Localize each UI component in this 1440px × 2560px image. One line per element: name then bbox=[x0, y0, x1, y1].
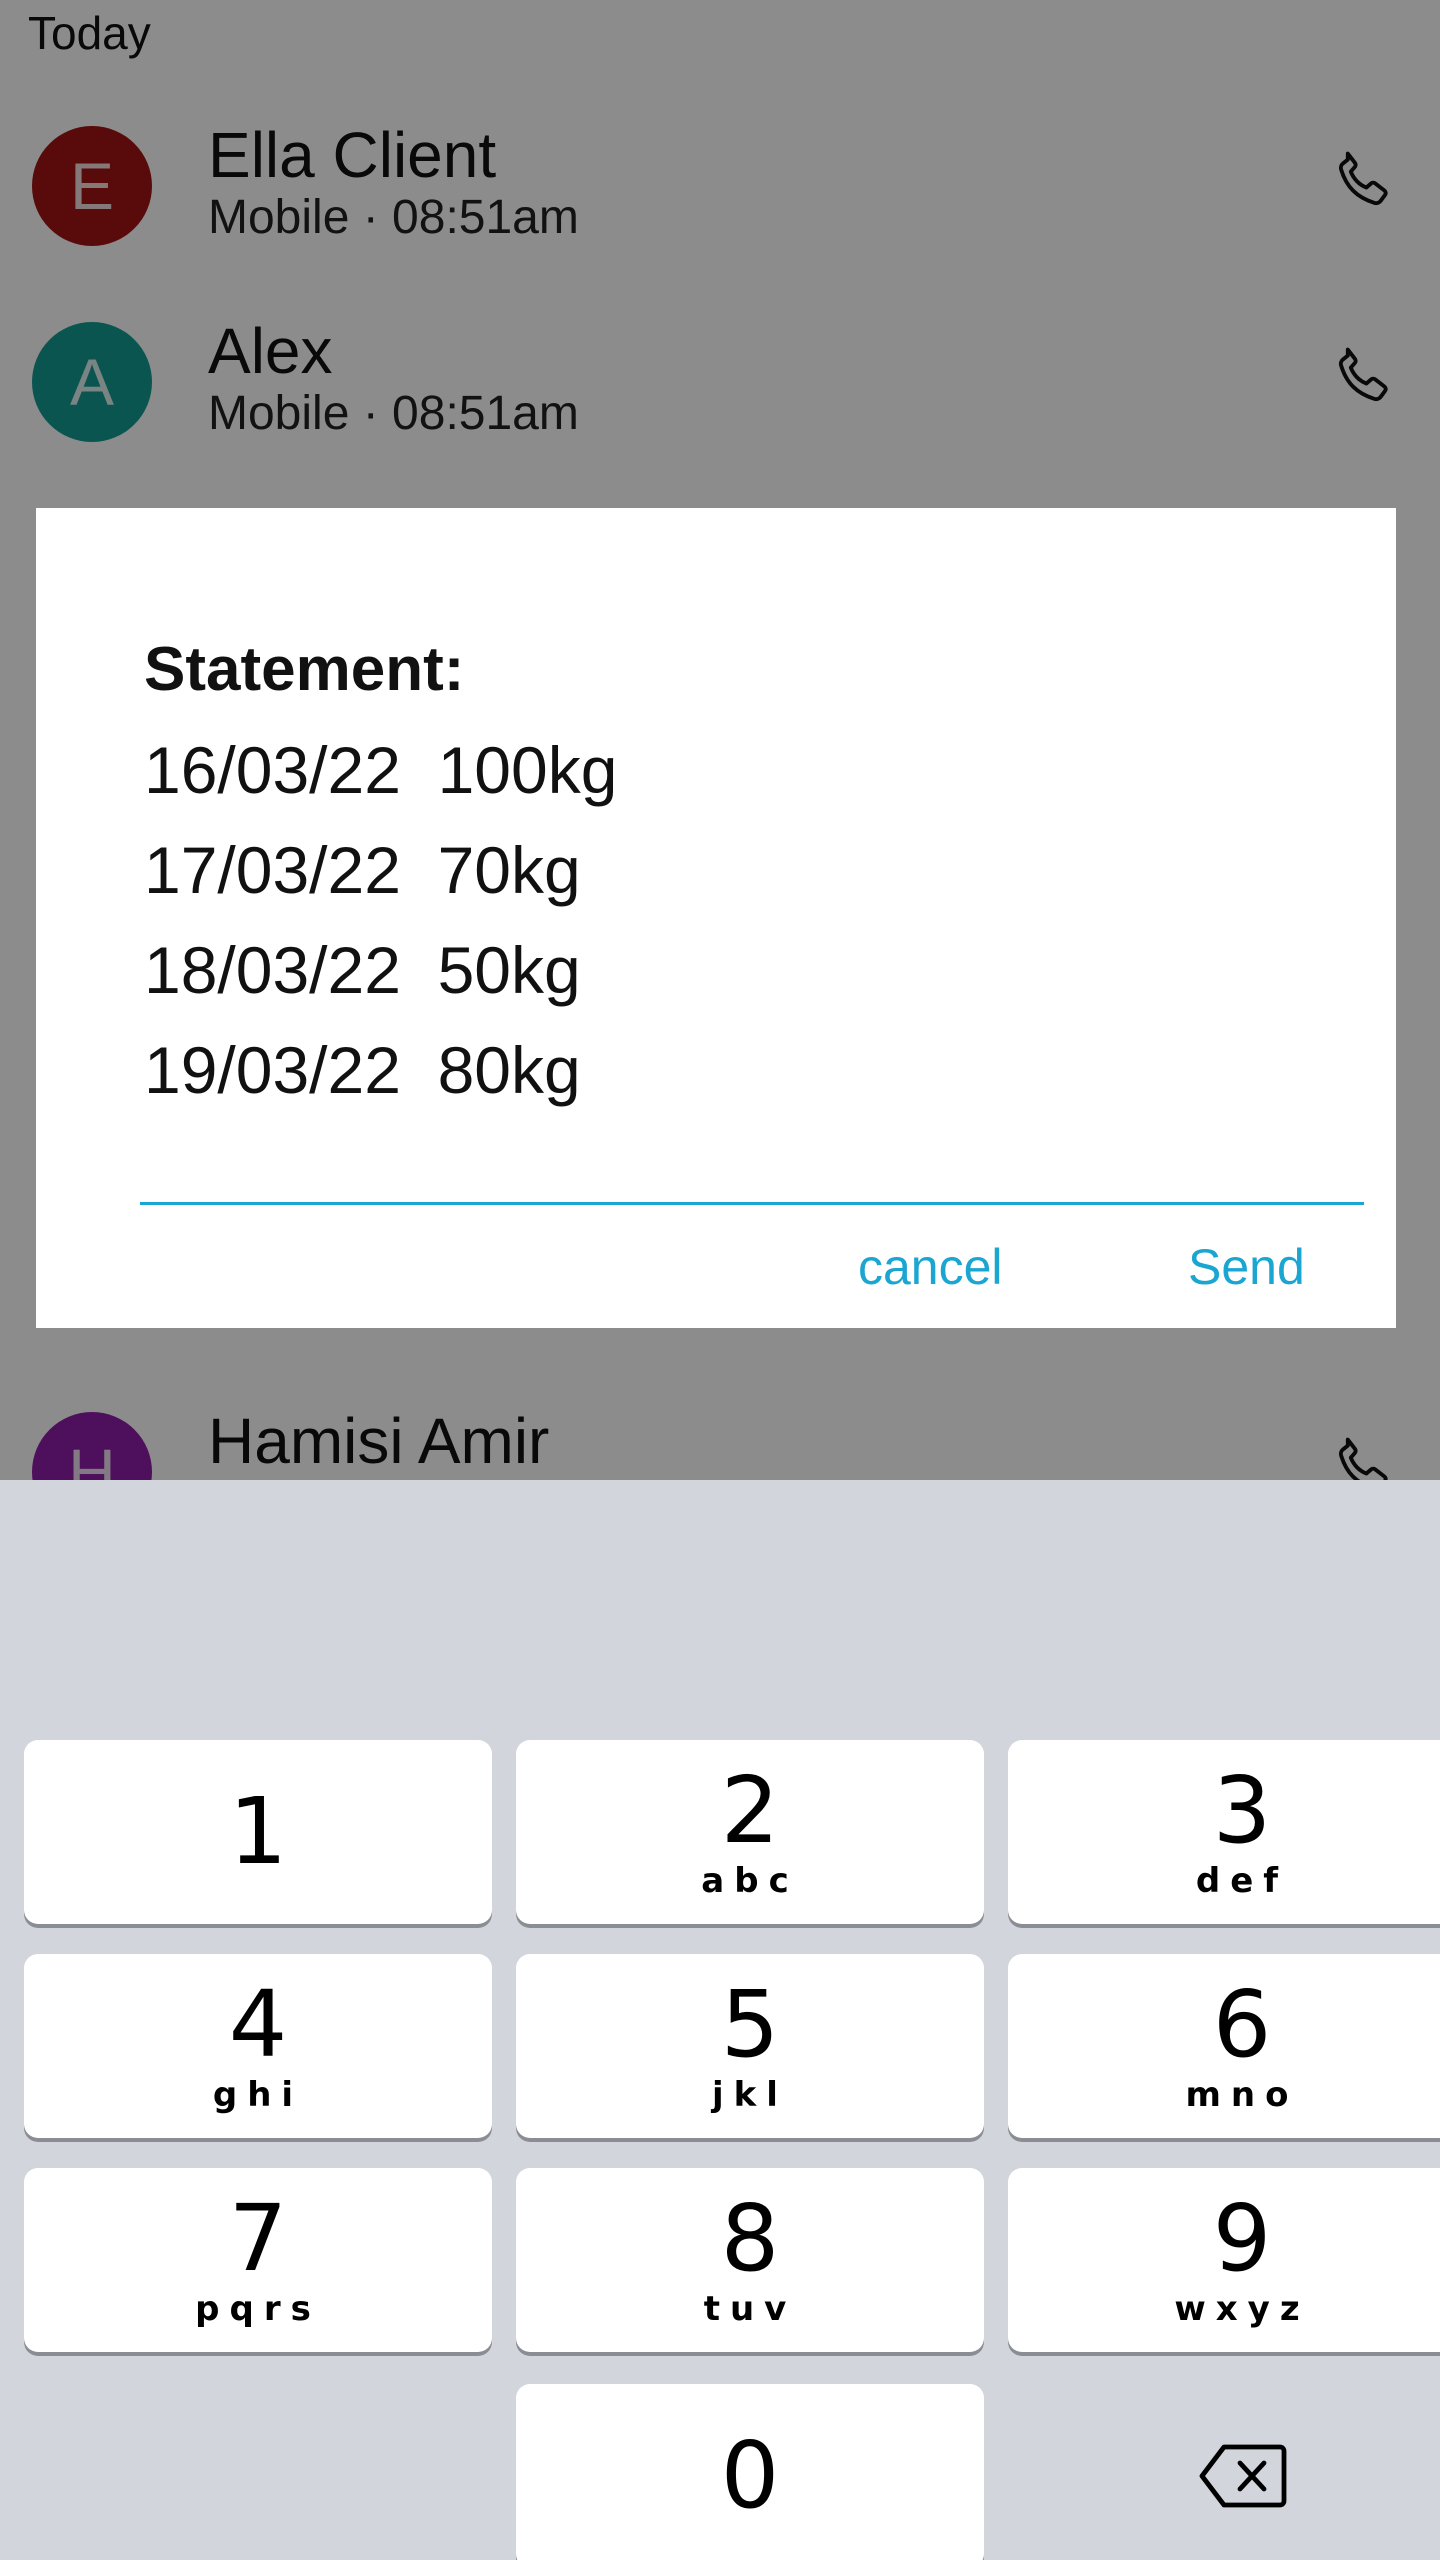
key-8[interactable]: 8 tuv bbox=[516, 2168, 984, 2352]
statement-line: 17/03/22 70kg bbox=[144, 833, 581, 907]
key-5[interactable]: 5 jkl bbox=[516, 1954, 984, 2138]
key-letters: tuv bbox=[703, 2289, 797, 2329]
key-letters: wxyz bbox=[1174, 2289, 1310, 2329]
key-digit: 0 bbox=[720, 2422, 780, 2529]
key-letters: def bbox=[1195, 1861, 1289, 1901]
key-6[interactable]: 6 mno bbox=[1008, 1954, 1440, 2138]
input-underline bbox=[140, 1202, 1364, 1205]
backspace-key[interactable] bbox=[1008, 2384, 1440, 2560]
key-digit: 9 bbox=[1212, 2185, 1272, 2292]
statement-line: 16/03/22 100kg bbox=[144, 733, 618, 807]
key-digit: 6 bbox=[1212, 1971, 1272, 2078]
statement-input[interactable]: Statement: 16/03/22 100kg 17/03/22 70kg … bbox=[144, 620, 1324, 1120]
cancel-button[interactable]: cancel bbox=[858, 1238, 1003, 1296]
key-7[interactable]: 7 pqrs bbox=[24, 2168, 492, 2352]
key-digit: 7 bbox=[228, 2185, 288, 2292]
key-letters: ghi bbox=[212, 2075, 304, 2115]
keyboard-top-bar bbox=[0, 1480, 1440, 1716]
key-digit: 5 bbox=[720, 1971, 780, 2078]
key-3[interactable]: 3 def bbox=[1008, 1740, 1440, 1924]
key-digit: 4 bbox=[228, 1971, 288, 2078]
key-digit: 1 bbox=[228, 1778, 288, 1885]
key-1[interactable]: 1 bbox=[24, 1740, 492, 1924]
key-2[interactable]: 2 abc bbox=[516, 1740, 984, 1924]
key-letters: pqrs bbox=[195, 2289, 321, 2329]
statement-dialog: Statement: 16/03/22 100kg 17/03/22 70kg … bbox=[36, 508, 1396, 1328]
key-letters: abc bbox=[701, 1861, 799, 1901]
key-0[interactable]: 0 bbox=[516, 2384, 984, 2560]
statement-line: 19/03/22 80kg bbox=[144, 1033, 581, 1107]
backspace-icon bbox=[1199, 2444, 1287, 2508]
statement-line: 18/03/22 50kg bbox=[144, 933, 581, 1007]
statement-title: Statement: bbox=[144, 635, 465, 704]
send-button[interactable]: Send bbox=[1188, 1238, 1305, 1296]
key-9[interactable]: 9 wxyz bbox=[1008, 2168, 1440, 2352]
key-digit: 2 bbox=[720, 1757, 780, 1864]
key-letters: mno bbox=[1185, 2075, 1299, 2115]
key-digit: 3 bbox=[1212, 1757, 1272, 1864]
key-letters: jkl bbox=[712, 2075, 788, 2115]
key-digit: 8 bbox=[720, 2185, 780, 2292]
key-4[interactable]: 4 ghi bbox=[24, 1954, 492, 2138]
numeric-keyboard: 1 2 abc 3 def 4 ghi 5 jkl 6 mno 7 pqrs 8… bbox=[0, 1480, 1440, 2560]
